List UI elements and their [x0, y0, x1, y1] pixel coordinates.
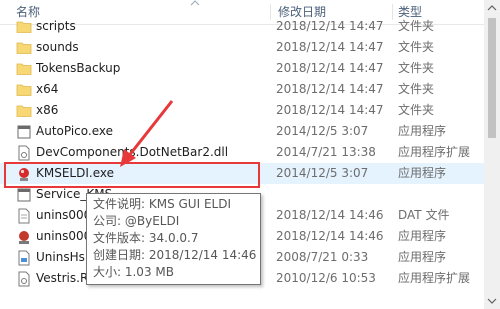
file-row[interactable]: sounds 2018/12/14 14:47 文件夹	[0, 37, 484, 58]
file-row[interactable]: x64 2018/12/14 14:47 文件夹	[0, 79, 484, 100]
file-date: 2018/12/14 14:46	[276, 229, 384, 243]
file-date: 2018/12/14 14:47	[276, 61, 384, 75]
file-name: scripts	[36, 19, 76, 33]
file-row[interactable]: AutoPico.exe 2014/12/5 3:07 应用程序	[0, 121, 484, 142]
file-row[interactable]: TokensBackup 2018/12/14 14:47 文件夹	[0, 58, 484, 79]
pointer-arrow-icon	[120, 100, 174, 167]
dll-icon	[18, 271, 30, 287]
tooltip-version: 文件版本: 34.0.0.7	[93, 231, 199, 245]
file-date: 2018/12/14 14:47	[276, 103, 384, 117]
file-info-tooltip: 文件说明: KMS GUI ELDI 公司: @ByELDI 文件版本: 34.…	[86, 193, 261, 285]
dll-icon	[18, 145, 30, 161]
file-type: 文件夹	[398, 19, 435, 33]
file-date	[276, 184, 396, 205]
app-icon	[17, 188, 31, 202]
scroll-up-icon[interactable]	[484, 0, 500, 17]
file-row[interactable]: x86 2018/12/14 14:47 文件夹	[0, 100, 484, 121]
folder-icon	[16, 105, 32, 117]
file-type: DAT 文件	[398, 208, 450, 222]
vertical-scrollbar[interactable]	[484, 0, 500, 309]
folder-icon	[16, 84, 32, 96]
file-date: 2014/12/5 3:07	[276, 124, 369, 138]
file-date: 2018/12/14 14:46	[276, 208, 384, 222]
file-date: 2018/12/14 14:47	[276, 19, 384, 33]
file-type: 文件夹	[398, 82, 435, 96]
dll-icon	[18, 250, 30, 266]
file-type: 应用程序	[398, 124, 447, 138]
dat-icon	[18, 208, 30, 224]
sort-ascending-icon[interactable]	[190, 0, 200, 6]
scrollbar-thumb[interactable]	[488, 18, 496, 138]
folder-icon	[16, 42, 32, 54]
file-name: TokensBackup	[36, 61, 121, 75]
file-date: 2008/7/21 0:33	[276, 250, 369, 264]
file-name: sounds	[36, 40, 79, 54]
file-type: 文件夹	[398, 61, 435, 75]
app-icon	[17, 125, 31, 139]
folder-icon	[16, 21, 32, 33]
file-row[interactable]: DevComponents.DotNetBar2.dll 2014/7/21 1…	[0, 142, 484, 163]
uninstall-icon	[19, 231, 29, 244]
file-date: 2018/12/14 14:47	[276, 40, 384, 54]
file-row[interactable]: scripts 2018/12/14 14:47 文件夹	[0, 16, 484, 37]
file-date: 2018/12/14 14:47	[276, 82, 384, 96]
file-date: 2014/12/5 3:07	[276, 166, 369, 180]
file-type: 应用程序扩展	[398, 145, 471, 159]
tooltip-created: 创建日期: 2018/12/14 14:46	[93, 248, 257, 262]
file-type	[398, 184, 484, 205]
tooltip-company: 公司: @ByELDI	[93, 214, 180, 228]
file-type: 应用程序扩展	[398, 271, 471, 285]
tooltip-description: 文件说明: KMS GUI ELDI	[93, 197, 231, 211]
file-type: 文件夹	[398, 103, 435, 117]
file-type: 应用程序	[398, 229, 447, 243]
file-date: 2014/7/21 13:38	[276, 145, 376, 159]
file-date: 2010/12/6 10:53	[276, 271, 376, 285]
file-type: 应用程序	[398, 166, 447, 180]
file-type: 应用程序	[398, 250, 447, 264]
folder-icon	[16, 63, 32, 75]
scroll-down-icon[interactable]	[484, 292, 500, 309]
tooltip-size: 大小: 1.03 MB	[93, 265, 174, 279]
file-type: 文件夹	[398, 40, 435, 54]
